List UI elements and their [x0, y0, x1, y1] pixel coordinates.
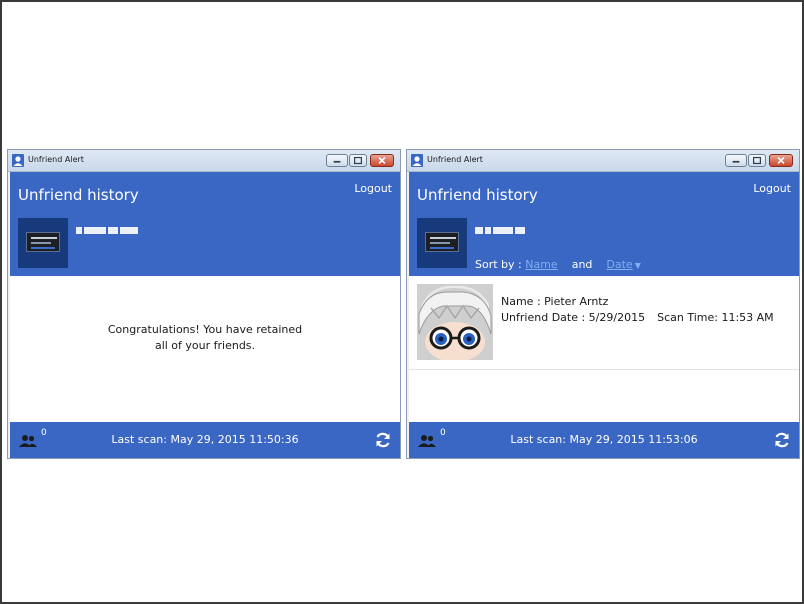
username-blurred — [475, 220, 545, 234]
page-title: Unfriend history — [18, 186, 139, 204]
maximize-icon — [354, 156, 362, 165]
header: Unfriend history Logout — [10, 172, 400, 276]
refresh-icon[interactable] — [773, 431, 791, 449]
logout-link[interactable]: Logout — [354, 182, 392, 195]
congrats-message: Congratulations! You have retained all o… — [107, 323, 303, 352]
minimize-button[interactable] — [725, 154, 747, 167]
sort-and-label: and — [571, 258, 593, 271]
watermark — [317, 16, 330, 56]
profile-picture — [18, 218, 68, 268]
friend-name: Name : Pieter Arntz — [501, 295, 609, 308]
minimize-button[interactable] — [326, 154, 348, 167]
user-icon — [12, 154, 24, 167]
chevron-down-icon[interactable]: ▼ — [635, 261, 641, 270]
close-button[interactable] — [370, 154, 394, 167]
logout-link[interactable]: Logout — [753, 182, 791, 195]
sort-label: Sort by : — [475, 258, 522, 271]
unfriend-alert-window-right: Unfriend Alert Unfriend history Logout S… — [406, 149, 800, 459]
sort-bar: Sort by : Name and Date ▼ — [475, 258, 641, 271]
screenshot-frame: Unfriend Alert Unfriend history Logout C… — [0, 0, 804, 604]
close-button[interactable] — [769, 154, 793, 167]
title-bar[interactable]: Unfriend Alert — [8, 150, 400, 172]
list-item[interactable]: Name : Pieter Arntz Unfriend Date : 5/29… — [409, 276, 799, 370]
maximize-button[interactable] — [349, 154, 367, 167]
history-content: Name : Pieter Arntz Unfriend Date : 5/29… — [409, 276, 799, 422]
last-scan-text: Last scan: May 29, 2015 11:53:06 — [510, 433, 698, 446]
sort-by-name-link[interactable]: Name — [525, 258, 557, 271]
unfriend-date: Unfriend Date : 5/29/2015 — [501, 311, 646, 324]
sort-by-date-link[interactable]: Date — [606, 258, 632, 271]
unfriend-details: Unfriend Date : 5/29/2015 Scan Time: 11:5… — [501, 311, 774, 324]
window-title: Unfriend Alert — [28, 155, 84, 164]
user-icon — [411, 154, 423, 167]
maximize-icon — [753, 156, 761, 165]
page-title: Unfriend history — [417, 186, 538, 204]
footer-bar: 0 Last scan: May 29, 2015 11:50:36 — [10, 422, 400, 458]
header: Unfriend history Logout Sort by : Name a… — [409, 172, 799, 276]
footer-bar: 0 Last scan: May 29, 2015 11:53:06 — [409, 422, 799, 458]
refresh-icon[interactable] — [374, 431, 392, 449]
minimize-icon — [732, 160, 740, 163]
friend-avatar — [417, 284, 493, 360]
scan-time: Scan Time: 11:53 AM — [657, 311, 774, 324]
history-content: Congratulations! You have retained all o… — [10, 276, 400, 422]
maximize-button[interactable] — [748, 154, 766, 167]
unfriend-alert-window-left: Unfriend Alert Unfriend history Logout C… — [7, 149, 401, 459]
window-title: Unfriend Alert — [427, 155, 483, 164]
username-blurred — [76, 220, 146, 234]
minimize-icon — [333, 160, 341, 163]
profile-picture — [417, 218, 467, 268]
close-icon — [378, 156, 386, 165]
close-icon — [777, 156, 785, 165]
last-scan-text: Last scan: May 29, 2015 11:50:36 — [111, 433, 299, 446]
title-bar[interactable]: Unfriend Alert — [407, 150, 799, 172]
